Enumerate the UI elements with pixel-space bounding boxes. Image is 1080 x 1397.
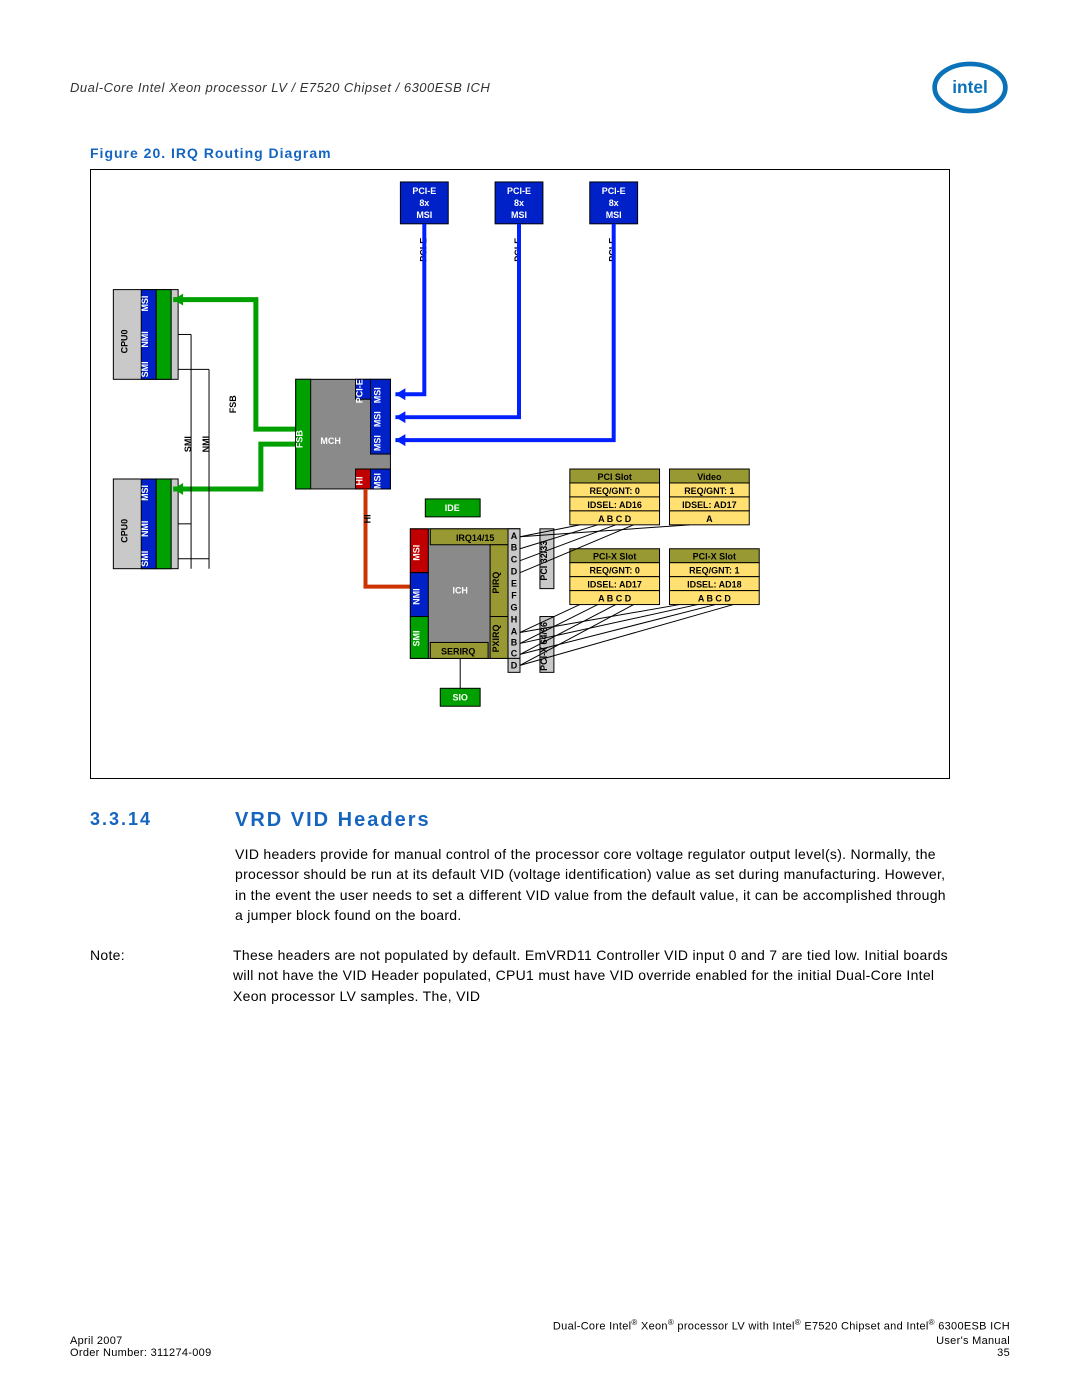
svg-text:SMI: SMI — [140, 361, 150, 377]
intel-logo: intel — [930, 60, 1010, 115]
svg-text:MSI: MSI — [372, 387, 382, 403]
svg-text:MSI: MSI — [372, 473, 382, 489]
svg-text:SMI: SMI — [183, 436, 193, 452]
svg-text:SMI: SMI — [140, 551, 150, 567]
svg-text:IRQ14/15: IRQ14/15 — [456, 533, 494, 543]
irq-routing-diagram: PCI-E 8x MSI PCI-E 8x MSI PCI-E 8x MSI P… — [90, 169, 950, 779]
section-body: VID headers provide for manual control o… — [235, 844, 955, 925]
svg-text:REQ/GNT: 0: REQ/GNT: 0 — [590, 486, 640, 496]
svg-text:PCI-X Slot: PCI-X Slot — [593, 552, 636, 562]
svg-text:MSI: MSI — [511, 210, 527, 220]
svg-text:FSB: FSB — [295, 430, 305, 448]
svg-text:NMI: NMI — [140, 521, 150, 537]
section-heading: 3.3.14 VRD VID Headers — [90, 809, 950, 832]
footer-manual: User's Manual — [936, 1335, 1010, 1347]
svg-text:PIRQ: PIRQ — [491, 572, 501, 594]
svg-text:B: B — [511, 637, 518, 647]
running-title: Dual-Core Intel Xeon processor LV / E752… — [70, 80, 490, 95]
svg-text:A B C D: A B C D — [698, 594, 732, 604]
note-block: Note: These headers are not populated by… — [90, 945, 960, 1006]
svg-text:MSI: MSI — [372, 435, 382, 451]
footer-date: April 2007 — [70, 1335, 123, 1347]
footer-order: Order Number: 311274-009 — [70, 1347, 212, 1359]
svg-text:SMI: SMI — [411, 630, 421, 646]
svg-text:HI: HI — [355, 476, 365, 485]
svg-text:PCI Slot: PCI Slot — [597, 472, 631, 482]
svg-text:G: G — [511, 603, 518, 613]
section-number: 3.3.14 — [90, 809, 195, 832]
svg-text:8x: 8x — [514, 198, 524, 208]
svg-text:PCI-E: PCI-E — [412, 186, 436, 196]
svg-text:MSI: MSI — [411, 545, 421, 561]
svg-text:A B C D: A B C D — [598, 514, 632, 524]
footer-page: 35 — [997, 1347, 1010, 1359]
page-header: Dual-Core Intel Xeon processor LV / E752… — [70, 60, 1010, 115]
svg-text:8x: 8x — [609, 198, 619, 208]
svg-text:PXIRQ: PXIRQ — [491, 624, 501, 652]
svg-text:REQ/GNT: 1: REQ/GNT: 1 — [689, 566, 739, 576]
svg-text:F: F — [511, 591, 517, 601]
svg-text:MSI: MSI — [140, 296, 150, 312]
svg-text:NMI: NMI — [411, 588, 421, 604]
svg-text:NMI: NMI — [140, 331, 150, 347]
svg-text:SIO: SIO — [452, 692, 467, 702]
svg-text:PCI-E: PCI-E — [507, 186, 531, 196]
svg-text:PCI-E: PCI-E — [602, 186, 626, 196]
svg-text:A: A — [511, 531, 518, 541]
page-footer: Dual-Core Intel® Xeon® processor LV with… — [70, 1318, 1010, 1359]
svg-text:IDSEL: AD17: IDSEL: AD17 — [682, 500, 737, 510]
svg-text:IDSEL: AD18: IDSEL: AD18 — [687, 580, 741, 590]
svg-text:D: D — [511, 567, 518, 577]
svg-text:PCI-E: PCI-E — [355, 379, 365, 403]
footer-product-line: Dual-Core Intel® Xeon® processor LV with… — [70, 1318, 1010, 1333]
svg-text:SERIRQ: SERIRQ — [441, 646, 475, 656]
svg-text:MSI: MSI — [140, 485, 150, 501]
svg-text:HI: HI — [362, 514, 372, 523]
svg-text:MSI: MSI — [416, 210, 432, 220]
svg-text:MSI: MSI — [372, 411, 382, 427]
svg-text:PCI-X Slot: PCI-X Slot — [693, 552, 736, 562]
svg-text:B: B — [511, 543, 518, 553]
svg-text:C: C — [511, 555, 518, 565]
svg-text:CPU0: CPU0 — [119, 329, 129, 353]
note-label: Note: — [90, 945, 205, 1006]
svg-text:IDSEL: AD16: IDSEL: AD16 — [587, 500, 642, 510]
section-title: VRD VID Headers — [235, 809, 431, 832]
svg-text:Video: Video — [697, 472, 722, 482]
note-body: These headers are not populated by defau… — [233, 945, 960, 1006]
figure-caption: Figure 20. IRQ Routing Diagram — [90, 145, 1010, 161]
svg-text:E: E — [511, 579, 517, 589]
svg-text:FSB: FSB — [228, 395, 238, 413]
svg-text:IDE: IDE — [445, 503, 460, 513]
svg-text:H: H — [511, 615, 517, 625]
svg-text:NMI: NMI — [201, 436, 211, 452]
svg-text:A: A — [706, 514, 713, 524]
svg-text:A: A — [511, 626, 518, 636]
svg-text:REQ/GNT: 1: REQ/GNT: 1 — [684, 486, 734, 496]
svg-text:intel: intel — [952, 77, 988, 97]
svg-text:C: C — [511, 648, 518, 658]
svg-text:ICH: ICH — [452, 586, 467, 596]
svg-text:D: D — [511, 660, 518, 670]
svg-text:IDSEL: AD17: IDSEL: AD17 — [587, 580, 642, 590]
svg-text:REQ/GNT: 0: REQ/GNT: 0 — [590, 566, 640, 576]
svg-text:CPU0: CPU0 — [119, 519, 129, 543]
svg-text:MCH: MCH — [320, 436, 340, 446]
svg-text:8x: 8x — [419, 198, 429, 208]
svg-text:A B C D: A B C D — [598, 594, 632, 604]
svg-text:MSI: MSI — [606, 210, 622, 220]
